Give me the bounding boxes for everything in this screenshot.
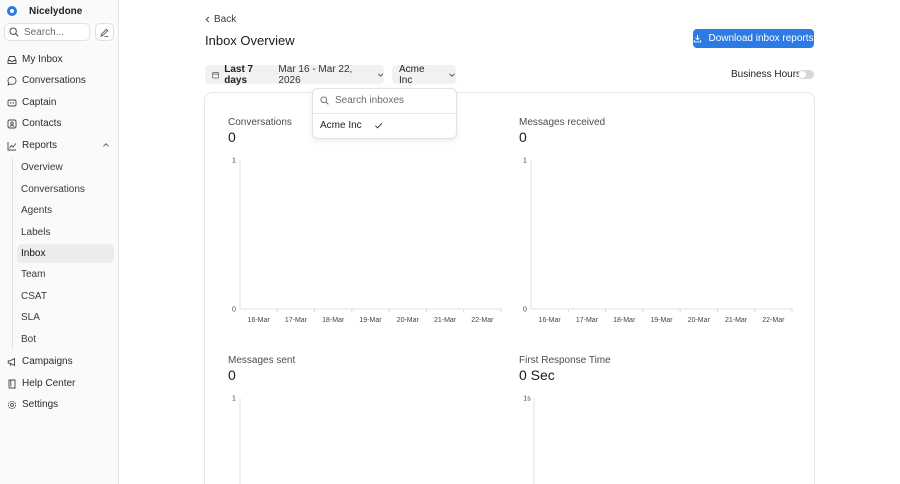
inbox-option-label: Acme Inc (320, 120, 362, 131)
chart-x-tick-label: 22-Mar (762, 317, 785, 324)
inbox-dropdown: Search inboxes Acme Inc (312, 88, 457, 139)
chart-x-tick-label: 18-Mar (322, 317, 345, 324)
inbox-search-input[interactable]: Search inboxes (320, 95, 404, 106)
chart-y-tick-label: 1 (232, 396, 236, 403)
search-icon (320, 96, 329, 105)
chart-x-tick-label: 16-Mar (539, 317, 562, 324)
dropdown-divider (313, 113, 456, 114)
chart-x-tick-label: 20-Mar (688, 317, 711, 324)
chart-x-tick-label: 18-Mar (613, 317, 636, 324)
chart-x-tick-label: 17-Mar (285, 317, 308, 324)
chart-y-tick-label: 1 (232, 158, 236, 165)
checkmark-icon (374, 122, 382, 129)
chart-x-tick-label: 20-Mar (397, 317, 420, 324)
chart-x-tick-label: 21-Mar (725, 317, 748, 324)
report-charts: 1 0 16-Mar 17-Mar 18-Mar 19-Mar 20-Mar 21-Mar 22… (232, 158, 793, 484)
chart-x-tick-label: 17-Mar (576, 317, 599, 324)
chart-y-tick-label: 0 (523, 307, 527, 314)
chart-y-tick-label: 1s (523, 396, 531, 403)
chart-x-tick-label: 21-Mar (434, 317, 457, 324)
chart-x-tick-label: 22-Mar (471, 317, 494, 324)
chart-x-tick-label: 19-Mar (359, 317, 382, 324)
inbox-option-acme-inc[interactable]: Acme Inc (320, 120, 383, 131)
chart-y-tick-label: 0 (232, 307, 236, 314)
inbox-search-placeholder: Search inboxes (335, 95, 404, 106)
chart-y-tick-label: 1 (523, 158, 527, 165)
chart-x-tick-label: 16-Mar (248, 317, 271, 324)
chart-x-tick-label: 19-Mar (650, 317, 673, 324)
